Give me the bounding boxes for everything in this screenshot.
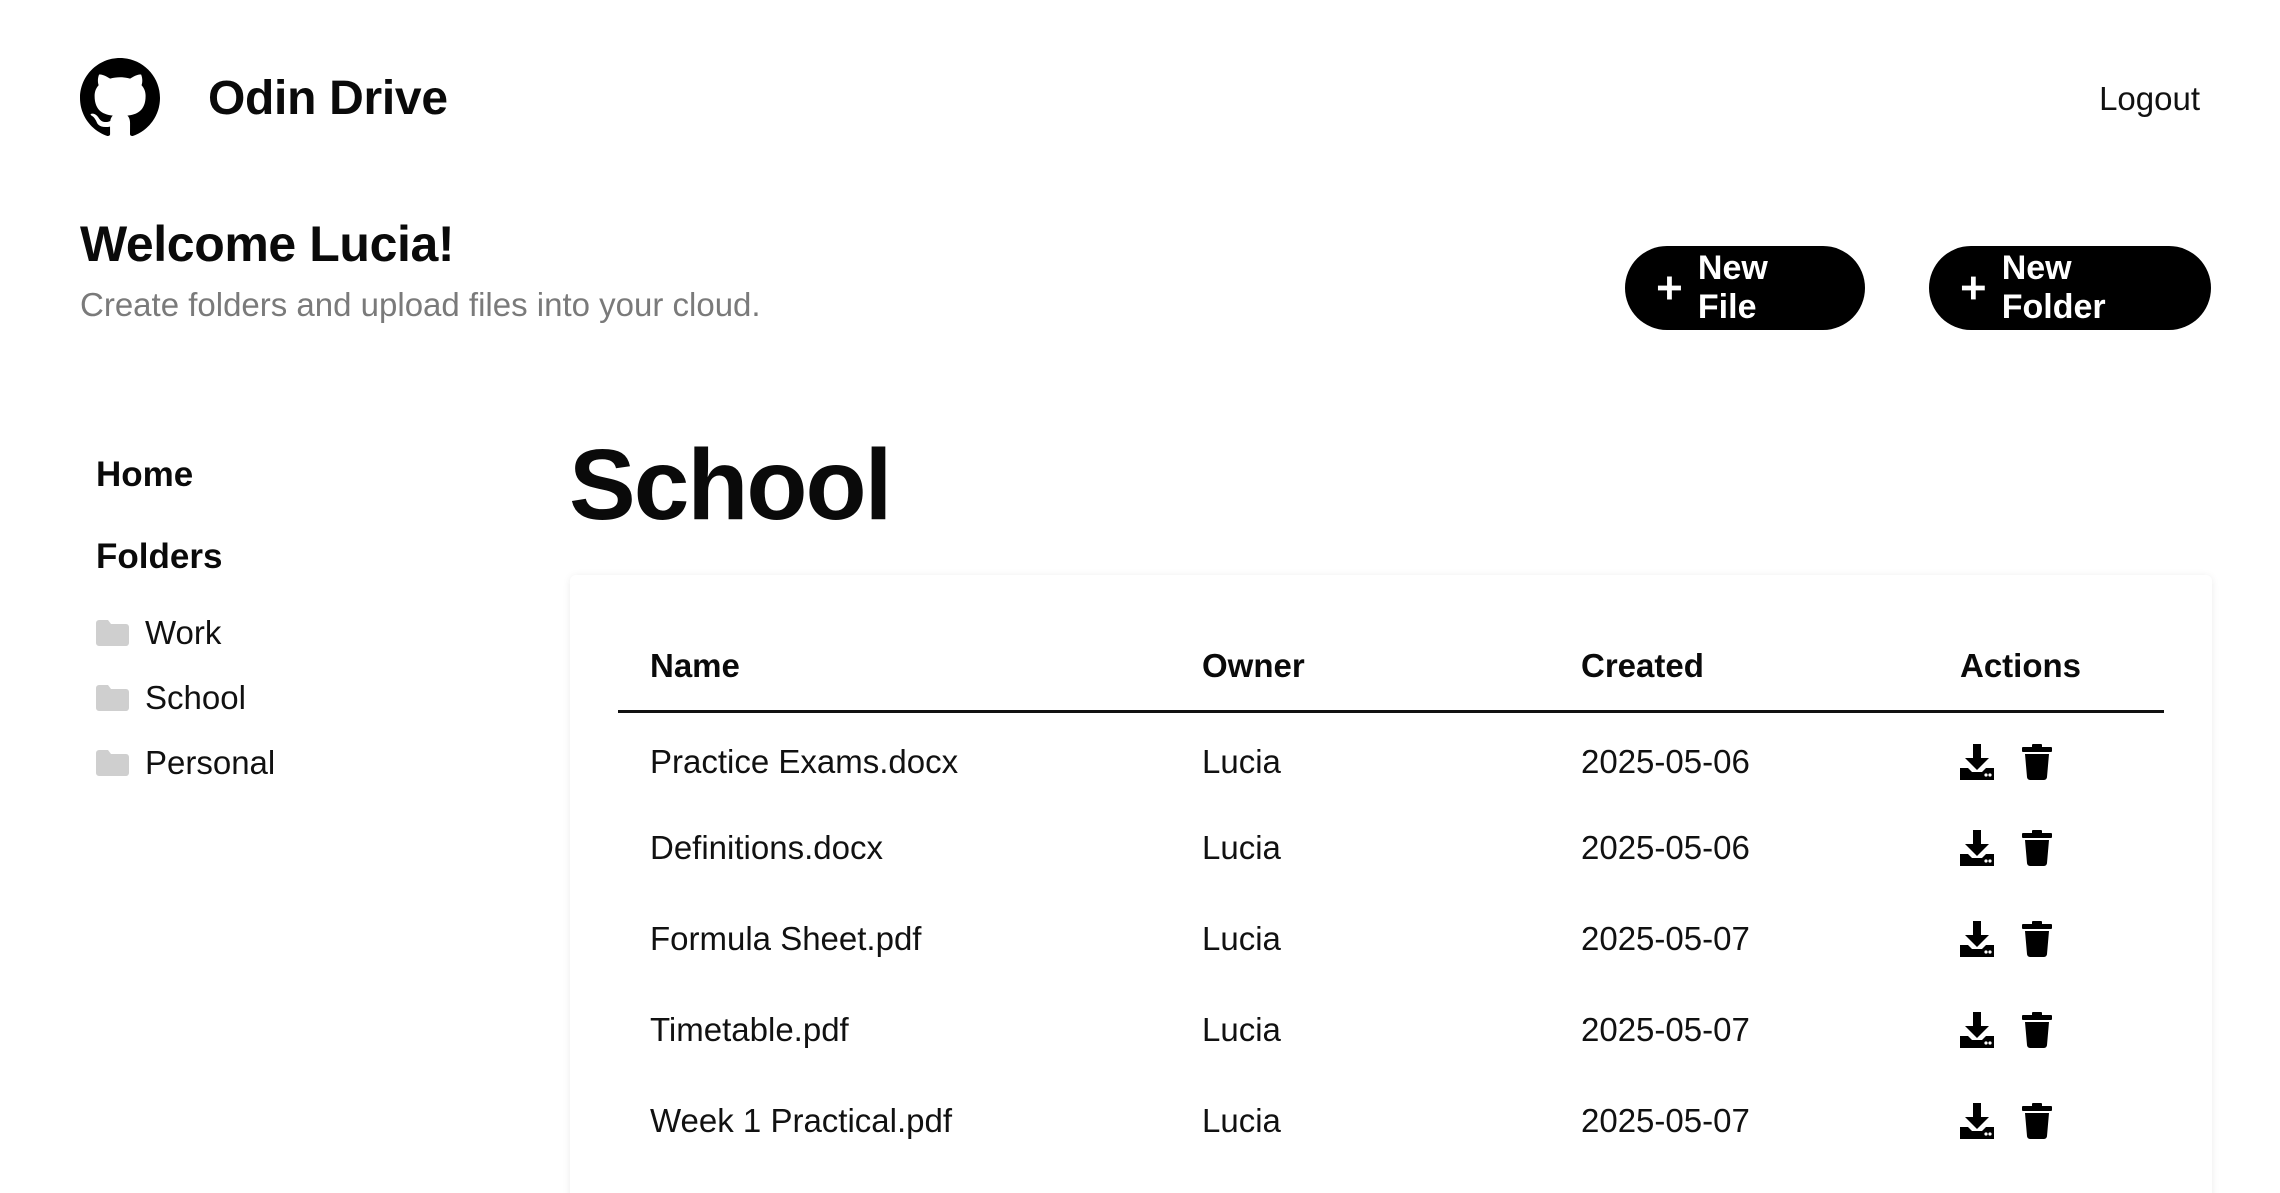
plus-icon [1961,276,1985,300]
table-body: Practice Exams.docx Lucia 2025-05-06 Def… [618,711,2164,1166]
file-name[interactable]: Week 1 Practical.pdf [618,1075,1170,1166]
sidebar-item-label: Work [145,614,222,651]
trash-icon[interactable] [2022,829,2052,866]
file-actions [1928,1075,2164,1166]
sidebar-home-link[interactable]: Home [96,455,456,495]
file-name[interactable]: Practice Exams.docx [618,711,1170,802]
trash-icon[interactable] [2022,920,2052,957]
download-icon[interactable] [1960,920,1994,957]
file-actions [1928,711,2164,802]
file-name[interactable]: Formula Sheet.pdf [618,893,1170,984]
file-actions [1928,802,2164,893]
file-created: 2025-05-07 [1581,919,1750,957]
file-created: 2025-05-06 [1581,828,1750,866]
file-owner: Lucia [1202,743,1281,781]
trash-icon[interactable] [2022,744,2052,781]
column-header-created[interactable]: Created [1549,623,1928,713]
welcome-section: Welcome Lucia! Create folders and upload… [80,214,761,324]
file-actions [1928,893,2164,984]
file-owner: Lucia [1202,919,1281,957]
github-icon [80,58,160,137]
header: Odin Drive Logout [80,58,2200,142]
sidebar-item-school[interactable]: School [96,676,456,720]
trash-icon[interactable] [2022,1011,2052,1048]
file-owner: Lucia [1202,1101,1281,1139]
files-card: Name Owner Created Actions Practice Exam… [570,575,2212,1193]
table-header-row: Name Owner Created Actions [618,623,2164,713]
sidebar-folders-heading: Folders [96,537,223,576]
file-owner: Lucia [1202,828,1281,866]
download-icon[interactable] [1960,1011,1994,1048]
file-name[interactable]: Timetable.pdf [618,984,1170,1075]
welcome-subtitle: Create folders and upload files into you… [80,286,761,323]
file-created: 2025-05-06 [1581,743,1750,781]
table-row[interactable]: Timetable.pdf Lucia 2025-05-07 [618,984,2164,1075]
new-file-label: New File [1697,249,1768,326]
column-header-actions: Actions [1928,623,2164,713]
sidebar-item-work[interactable]: Work [96,611,456,655]
download-icon[interactable] [1960,1102,1994,1139]
welcome-title: Welcome Lucia! [80,216,455,272]
new-folder-label: New Folder [2001,249,2106,326]
sidebar-item-personal[interactable]: Personal [96,741,456,785]
brand[interactable]: Odin Drive [80,58,448,138]
page: Odin Drive Logout Welcome Lucia! Create … [0,0,2280,1193]
sidebar-item-label: School [145,679,246,716]
folder-icon [96,685,129,711]
file-owner: Lucia [1202,1010,1281,1048]
download-icon[interactable] [1960,744,1994,781]
folder-list: Work School Personal [96,611,456,785]
folder-icon [96,750,129,776]
sidebar: Home Folders Work School Personal [96,455,456,806]
table-row[interactable]: Definitions.docx Lucia 2025-05-06 [618,802,2164,893]
sidebar-item-label: Personal [145,744,276,781]
file-name[interactable]: Definitions.docx [618,802,1170,893]
table-row[interactable]: Week 1 Practical.pdf Lucia 2025-05-07 [618,1075,2164,1166]
column-header-owner[interactable]: Owner [1170,623,1549,713]
file-actions [1928,984,2164,1075]
logout-link[interactable]: Logout [2099,80,2200,118]
trash-icon[interactable] [2022,1102,2052,1139]
file-created: 2025-05-07 [1581,1010,1750,1048]
folder-icon [96,620,129,646]
file-created: 2025-05-07 [1581,1101,1750,1139]
new-file-button[interactable]: New File [1625,246,1865,330]
table-row[interactable]: Practice Exams.docx Lucia 2025-05-06 [618,711,2164,802]
page-title: School [569,429,892,541]
files-table: Name Owner Created Actions Practice Exam… [618,623,2164,1166]
plus-icon [1657,276,1681,300]
download-icon[interactable] [1960,829,1994,866]
app-name: Odin Drive [208,71,448,125]
column-header-name[interactable]: Name [618,623,1170,713]
table-row[interactable]: Formula Sheet.pdf Lucia 2025-05-07 [618,893,2164,984]
new-folder-button[interactable]: New Folder [1929,246,2211,330]
